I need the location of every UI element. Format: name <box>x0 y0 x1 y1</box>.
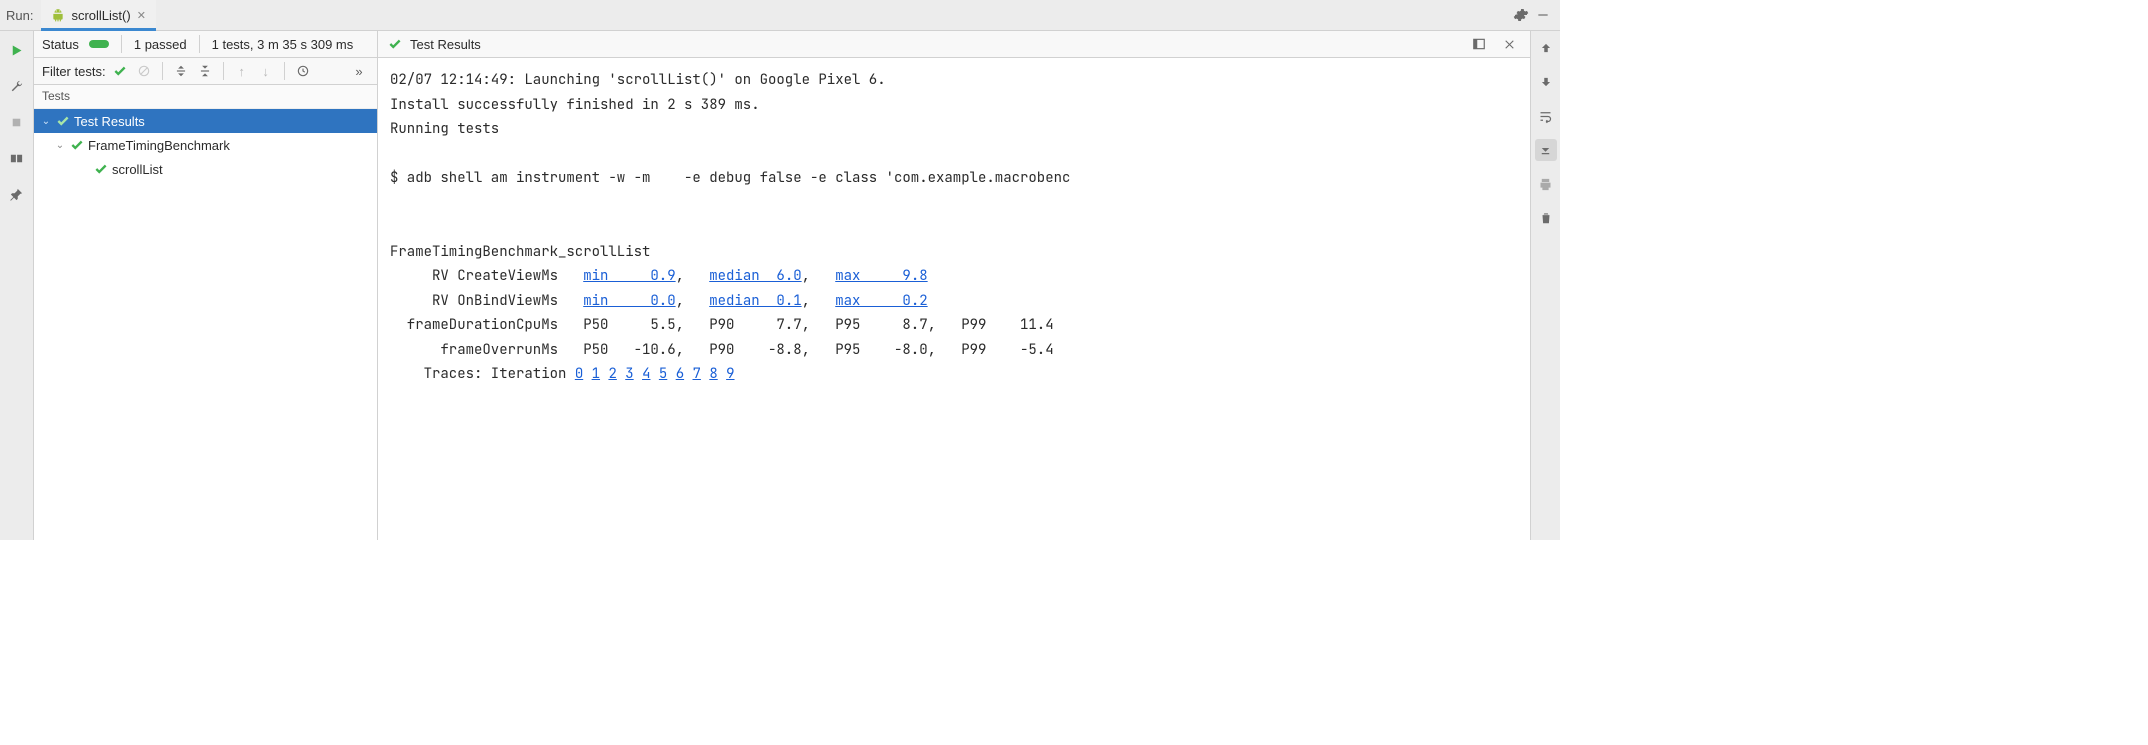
pin-icon[interactable] <box>6 183 28 205</box>
expand-all-icon[interactable] <box>171 61 191 81</box>
tree-test-label: scrollList <box>112 162 163 177</box>
arrow-up-icon[interactable]: ↑ <box>232 61 252 81</box>
metric-link[interactable]: max 0.2 <box>835 292 927 310</box>
top-tab-bar: Run: scrollList() ✕ <box>0 0 1560 31</box>
metric-link[interactable]: min 0.9 <box>583 267 675 285</box>
filter-ignored-icon[interactable] <box>134 61 154 81</box>
chevron-down-icon: ⌄ <box>40 116 52 127</box>
check-icon <box>56 114 70 128</box>
test-tree-pane: Status 1 passed 1 tests, 3 m 35 s 309 ms… <box>34 31 378 540</box>
layout-icon[interactable] <box>1468 33 1490 55</box>
tree-benchmark-label: FrameTimingBenchmark <box>88 138 230 153</box>
scroll-up-icon[interactable] <box>1535 37 1557 59</box>
layout-horizontal-icon[interactable] <box>6 147 28 169</box>
collapse-all-icon[interactable] <box>195 61 215 81</box>
stop-icon[interactable] <box>6 111 28 133</box>
more-icon[interactable]: » <box>349 61 369 81</box>
tab-close-icon[interactable]: ✕ <box>137 9 146 22</box>
trace-link[interactable]: 5 <box>659 365 667 383</box>
trace-link[interactable]: 4 <box>642 365 650 383</box>
trace-link[interactable]: 0 <box>575 365 583 383</box>
test-tree: ⌄ Test Results ⌄ FrameTimingBenchmark sc… <box>34 109 377 540</box>
metric-link[interactable]: median 6.0 <box>709 267 801 285</box>
tree-test-row[interactable]: scrollList <box>34 157 377 181</box>
check-icon <box>388 37 402 51</box>
status-bar: Status 1 passed 1 tests, 3 m 35 s 309 ms <box>34 31 377 58</box>
breadcrumb-label: Test Results <box>410 37 481 52</box>
metric-link[interactable]: median 0.1 <box>709 292 801 310</box>
scroll-end-icon[interactable] <box>1535 139 1557 161</box>
metric-link[interactable]: max 9.8 <box>835 267 927 285</box>
chevron-down-icon: ⌄ <box>54 140 66 151</box>
trace-link[interactable]: 2 <box>608 365 616 383</box>
left-action-rail <box>0 31 34 540</box>
trace-link[interactable]: 8 <box>709 365 717 383</box>
trace-link[interactable]: 9 <box>726 365 734 383</box>
filter-bar: Filter tests: ↑ ↓ <box>34 58 377 85</box>
android-icon <box>51 8 65 22</box>
minimize-icon[interactable] <box>1532 4 1554 26</box>
wrench-icon[interactable] <box>6 75 28 97</box>
filter-passed-icon[interactable] <box>110 61 130 81</box>
run-label: Run: <box>6 8 33 23</box>
metric-link[interactable]: min 0.0 <box>583 292 675 310</box>
filter-label: Filter tests: <box>42 64 106 79</box>
status-passed: 1 passed <box>134 37 187 52</box>
run-tab-scrolllist[interactable]: scrollList() ✕ <box>41 0 155 31</box>
arrow-down-icon[interactable]: ↓ <box>256 61 276 81</box>
status-label: Status <box>42 37 79 52</box>
gear-icon[interactable] <box>1510 4 1532 26</box>
trace-link[interactable]: 6 <box>676 365 684 383</box>
trace-link[interactable]: 3 <box>625 365 633 383</box>
trash-icon[interactable] <box>1535 207 1557 229</box>
tree-root-label: Test Results <box>74 114 145 129</box>
play-icon[interactable] <box>6 39 28 61</box>
breadcrumb-bar: Test Results <box>378 31 1530 58</box>
console-action-rail <box>1530 31 1560 540</box>
console-output[interactable]: 02/07 12:14:49: Launching 'scrollList()'… <box>378 58 1530 540</box>
tree-root-test-results[interactable]: ⌄ Test Results <box>34 109 377 133</box>
check-icon <box>94 162 108 176</box>
history-icon[interactable] <box>293 61 313 81</box>
trace-link[interactable]: 1 <box>592 365 600 383</box>
wrap-icon[interactable] <box>1535 105 1557 127</box>
check-icon <box>70 138 84 152</box>
tree-benchmark-row[interactable]: ⌄ FrameTimingBenchmark <box>34 133 377 157</box>
print-icon[interactable] <box>1535 173 1557 195</box>
tests-header: Tests <box>34 85 377 109</box>
status-pill-icon <box>89 40 109 48</box>
trace-link[interactable]: 7 <box>693 365 701 383</box>
run-tab-title: scrollList() <box>71 8 130 23</box>
close-icon[interactable] <box>1498 33 1520 55</box>
scroll-down-icon[interactable] <box>1535 71 1557 93</box>
status-summary: 1 tests, 3 m 35 s 309 ms <box>212 37 354 52</box>
